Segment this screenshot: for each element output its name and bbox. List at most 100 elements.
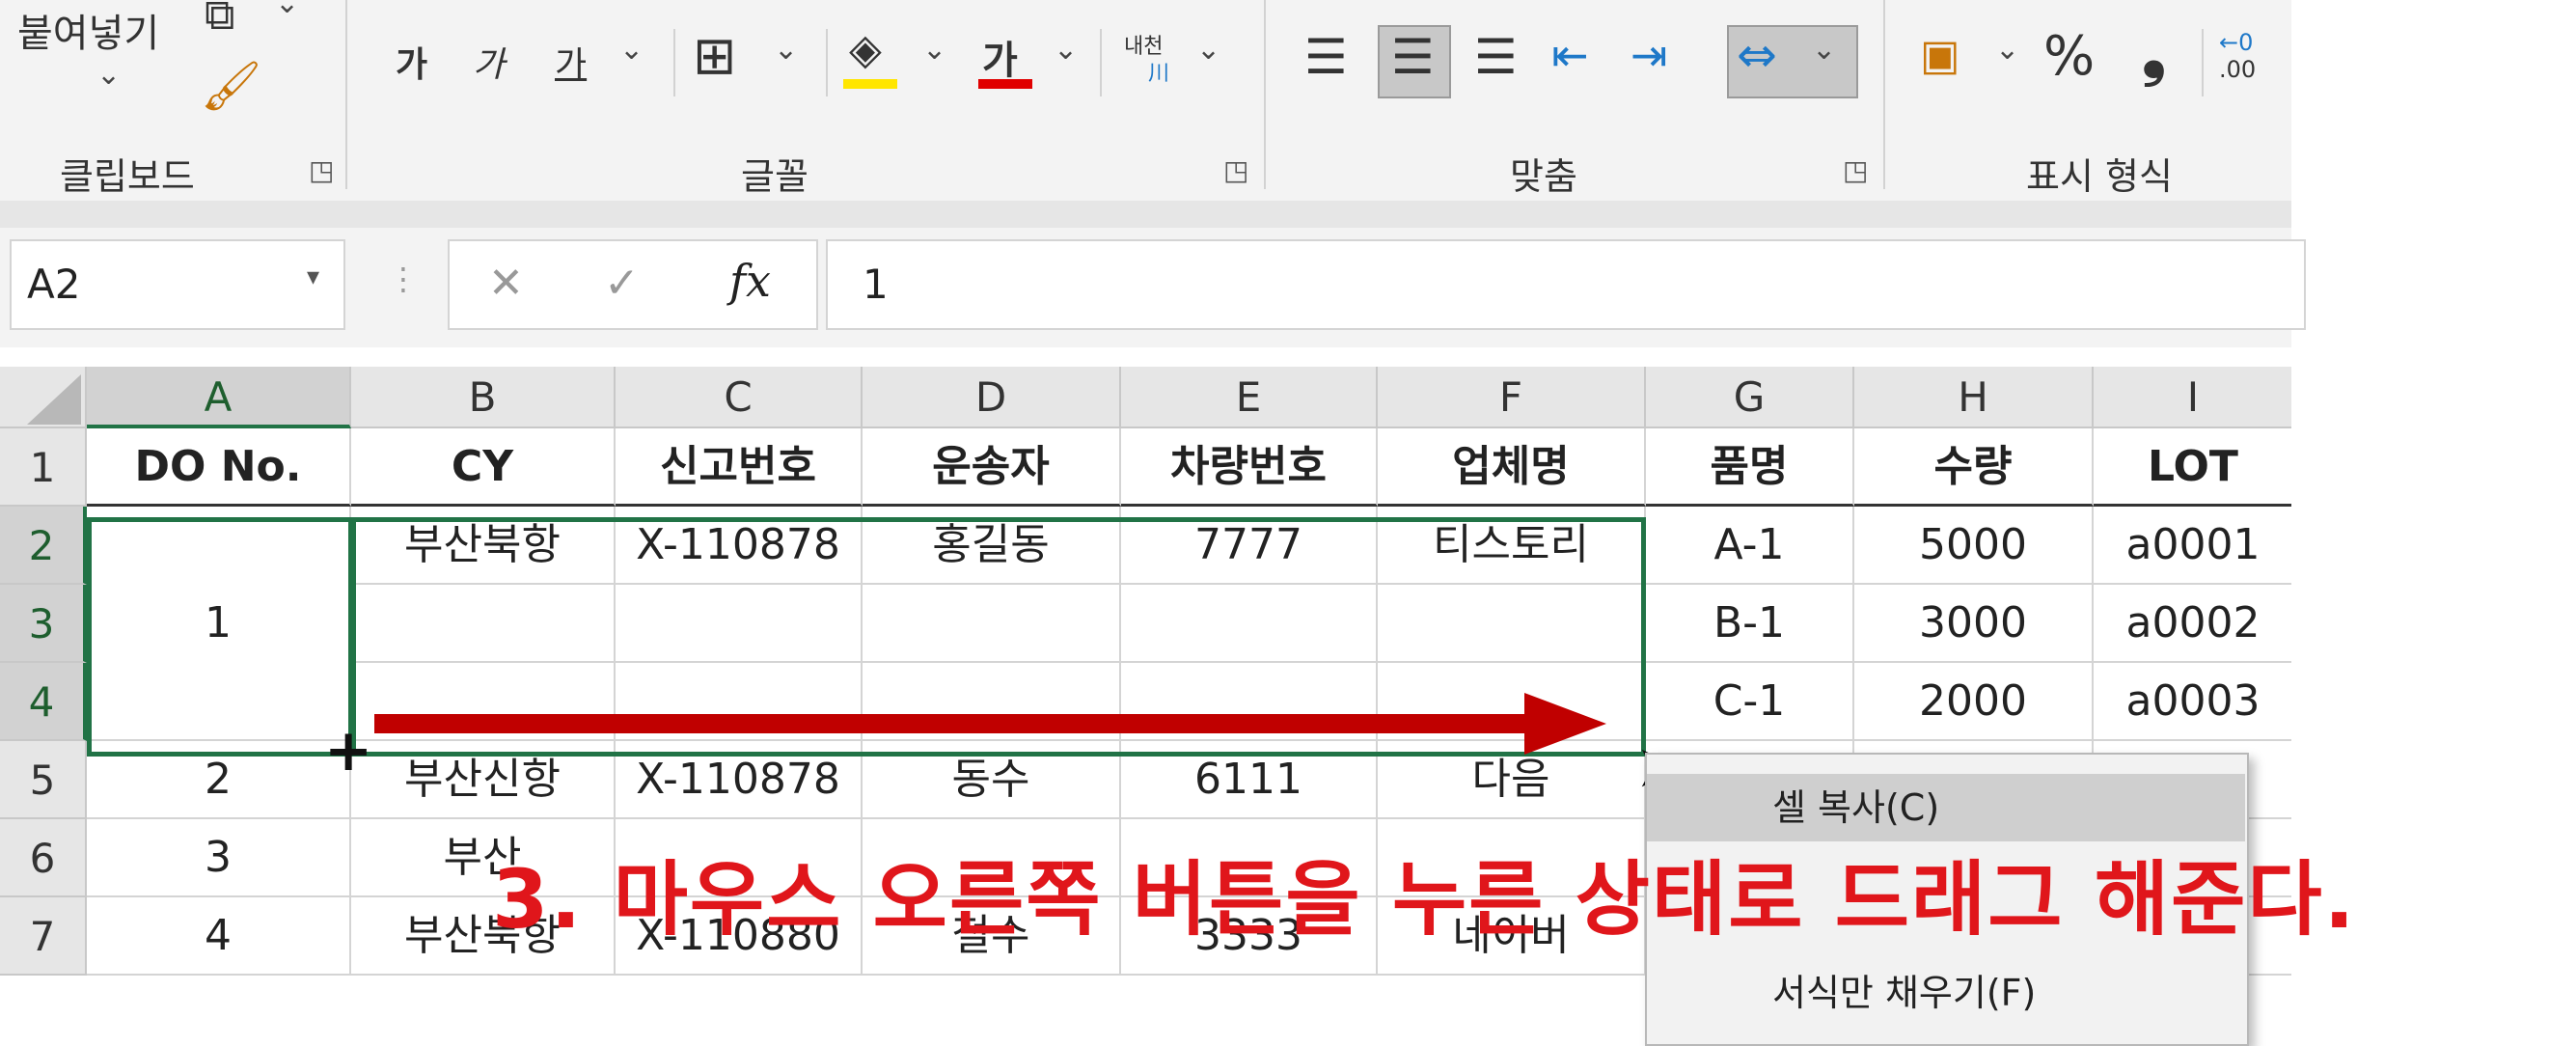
increase-indent-icon[interactable]: ⇥ (1631, 29, 1668, 81)
header-cell[interactable]: 업체명 (1378, 428, 1646, 507)
format-painter-icon[interactable]: 🖌 (201, 58, 261, 115)
table-cell[interactable]: 5000 (1854, 507, 2094, 585)
table-cell[interactable]: X-110878 (616, 507, 863, 585)
column-header-e[interactable]: E (1121, 367, 1378, 428)
column-header-c[interactable]: C (616, 367, 863, 428)
underline-button[interactable]: 가 (555, 37, 587, 87)
table-cell[interactable]: 7777 (1121, 507, 1378, 585)
header-cell[interactable]: DO No. (87, 428, 351, 507)
column-header-f[interactable]: F (1378, 367, 1646, 428)
header-cell[interactable]: CY (351, 428, 616, 507)
row-header-6[interactable]: 6 (0, 819, 87, 897)
align-right-icon[interactable]: ☰ (1474, 29, 1518, 85)
header-cell[interactable]: 품명 (1646, 428, 1854, 507)
formula-bar: A2 ▾ ⋮ ✕ ✓ fx 1 (0, 228, 2306, 347)
decrease-indent-icon[interactable]: ⇤ (1551, 29, 1589, 81)
table-cell[interactable]: a0003 (2094, 663, 2291, 741)
row-header-4[interactable]: 4 (0, 663, 87, 741)
table-cell[interactable]: A-1 (1646, 507, 1854, 585)
header-cell[interactable]: 차량번호 (1121, 428, 1378, 507)
formula-input[interactable]: 1 (826, 239, 2306, 330)
comma-button[interactable]: ❟ (2142, 17, 2166, 89)
border-dropdown-icon[interactable]: ⌄ (774, 33, 798, 67)
row-header-2[interactable]: 2 (0, 507, 87, 585)
table-cell[interactable]: 부산북항 (351, 507, 616, 585)
select-all-corner[interactable] (0, 367, 87, 428)
column-header-h[interactable]: H (1854, 367, 2094, 428)
table-cell[interactable]: C-1 (1646, 663, 1854, 741)
header-cell[interactable]: 신고번호 (616, 428, 863, 507)
formula-buttons: ✕ ✓ fx (448, 239, 818, 330)
table-cell[interactable]: 홍길동 (863, 507, 1121, 585)
font-color-button[interactable]: 가 (982, 29, 1018, 85)
phonetic-dropdown-icon[interactable]: ⌄ (1196, 33, 1220, 67)
table-cell[interactable]: a0002 (2094, 585, 2291, 663)
empty-cell[interactable] (616, 585, 863, 663)
table-cell[interactable]: 4 (87, 897, 351, 976)
column-header-b[interactable]: B (351, 367, 616, 428)
cancel-icon[interactable]: ✕ (488, 259, 524, 308)
insert-function-icon[interactable]: fx (729, 255, 771, 307)
formula-bar-grip-icon[interactable]: ⋮ (388, 261, 419, 297)
fill-color-dropdown-icon[interactable]: ⌄ (922, 33, 946, 67)
percent-button[interactable]: % (2043, 25, 2095, 88)
copy-icon[interactable]: ⧉ (205, 0, 234, 40)
accounting-format-icon[interactable]: ▣ (1920, 31, 1960, 80)
bold-button[interactable]: 가 (396, 37, 427, 87)
table-cell[interactable]: a0001 (2094, 507, 2291, 585)
empty-cell[interactable] (1121, 585, 1378, 663)
empty-cell[interactable] (863, 585, 1121, 663)
table-cell[interactable]: 2000 (1854, 663, 2094, 741)
column-header-g[interactable]: G (1646, 367, 1854, 428)
ribbon-divider (2202, 29, 2204, 96)
ribbon-divider (826, 29, 828, 96)
context-menu-fill-formatting-only[interactable]: 서식만 채우기(F) (1647, 959, 2245, 1027)
copy-dropdown-icon[interactable]: ⌄ (275, 0, 299, 20)
context-menu-copy-cells[interactable]: 셀 복사(C) (1647, 774, 2245, 841)
increase-decimal-top[interactable]: ←0 (2219, 29, 2253, 56)
accounting-dropdown-icon[interactable]: ⌄ (1995, 33, 2019, 67)
ribbon: 붙여넣기 ⌄ ⧉ ⌄ 🖌 클립보드 ◳ 가 가 가 ⌄ ⊞ ⌄ ◈ ⌄ 가 ⌄ … (0, 0, 2291, 201)
italic-button[interactable]: 가 (473, 37, 505, 87)
table-cell[interactable]: 3 (87, 819, 351, 897)
ribbon-divider (345, 0, 347, 189)
clipboard-group-label: 클립보드 (60, 155, 195, 198)
merged-cell-a2-a4[interactable]: 1 (87, 507, 351, 741)
row-header-7[interactable]: 7 (0, 897, 87, 976)
align-left-icon[interactable]: ☰ (1304, 29, 1348, 85)
increase-decimal-bottom[interactable]: .00 (2219, 56, 2256, 83)
paste-dropdown-icon[interactable]: ⌄ (96, 58, 121, 92)
name-box[interactable]: A2 ▾ (10, 239, 345, 330)
table-cell[interactable]: 2 (87, 741, 351, 819)
empty-cell[interactable] (351, 585, 616, 663)
paste-button[interactable]: 붙여넣기 (17, 2, 159, 58)
crosshair-cursor-icon: + (324, 717, 373, 784)
column-header-d[interactable]: D (863, 367, 1121, 428)
ribbon-divider (1883, 0, 1885, 189)
border-icon[interactable]: ⊞ (693, 25, 736, 86)
column-header-i[interactable]: I (2094, 367, 2291, 428)
clipboard-launcher-icon[interactable]: ◳ (309, 154, 334, 186)
underline-dropdown-icon[interactable]: ⌄ (619, 33, 644, 67)
row-header-3[interactable]: 3 (0, 585, 87, 663)
table-cell[interactable]: 티스토리 (1378, 507, 1646, 585)
table-cell[interactable]: B-1 (1646, 585, 1854, 663)
row-header-1[interactable]: 1 (0, 428, 87, 507)
enter-icon[interactable]: ✓ (604, 259, 640, 308)
column-header-a[interactable]: A (87, 367, 351, 428)
alignment-launcher-icon[interactable]: ◳ (1843, 154, 1868, 186)
font-color-dropdown-icon[interactable]: ⌄ (1054, 33, 1078, 67)
font-launcher-icon[interactable]: ◳ (1223, 154, 1248, 186)
header-cell[interactable]: 운송자 (863, 428, 1121, 507)
fill-color-icon[interactable]: ◈ (849, 25, 882, 74)
phonetic-guide-bottom[interactable]: 川 (1148, 56, 1169, 87)
merge-dropdown-icon[interactable]: ⌄ (1812, 33, 1836, 67)
font-group-label: 글꼴 (741, 155, 808, 198)
row-header-5[interactable]: 5 (0, 741, 87, 819)
empty-cell[interactable] (1378, 585, 1646, 663)
tutorial-caption: 3. 마우스 오른쪽 버튼을 누른 상태로 드래그 해준다. (492, 852, 2357, 947)
table-cell[interactable]: 3000 (1854, 585, 2094, 663)
header-cell[interactable]: 수량 (1854, 428, 2094, 507)
header-cell[interactable]: LOT (2094, 428, 2291, 507)
name-box-dropdown-icon[interactable]: ▾ (307, 262, 319, 291)
